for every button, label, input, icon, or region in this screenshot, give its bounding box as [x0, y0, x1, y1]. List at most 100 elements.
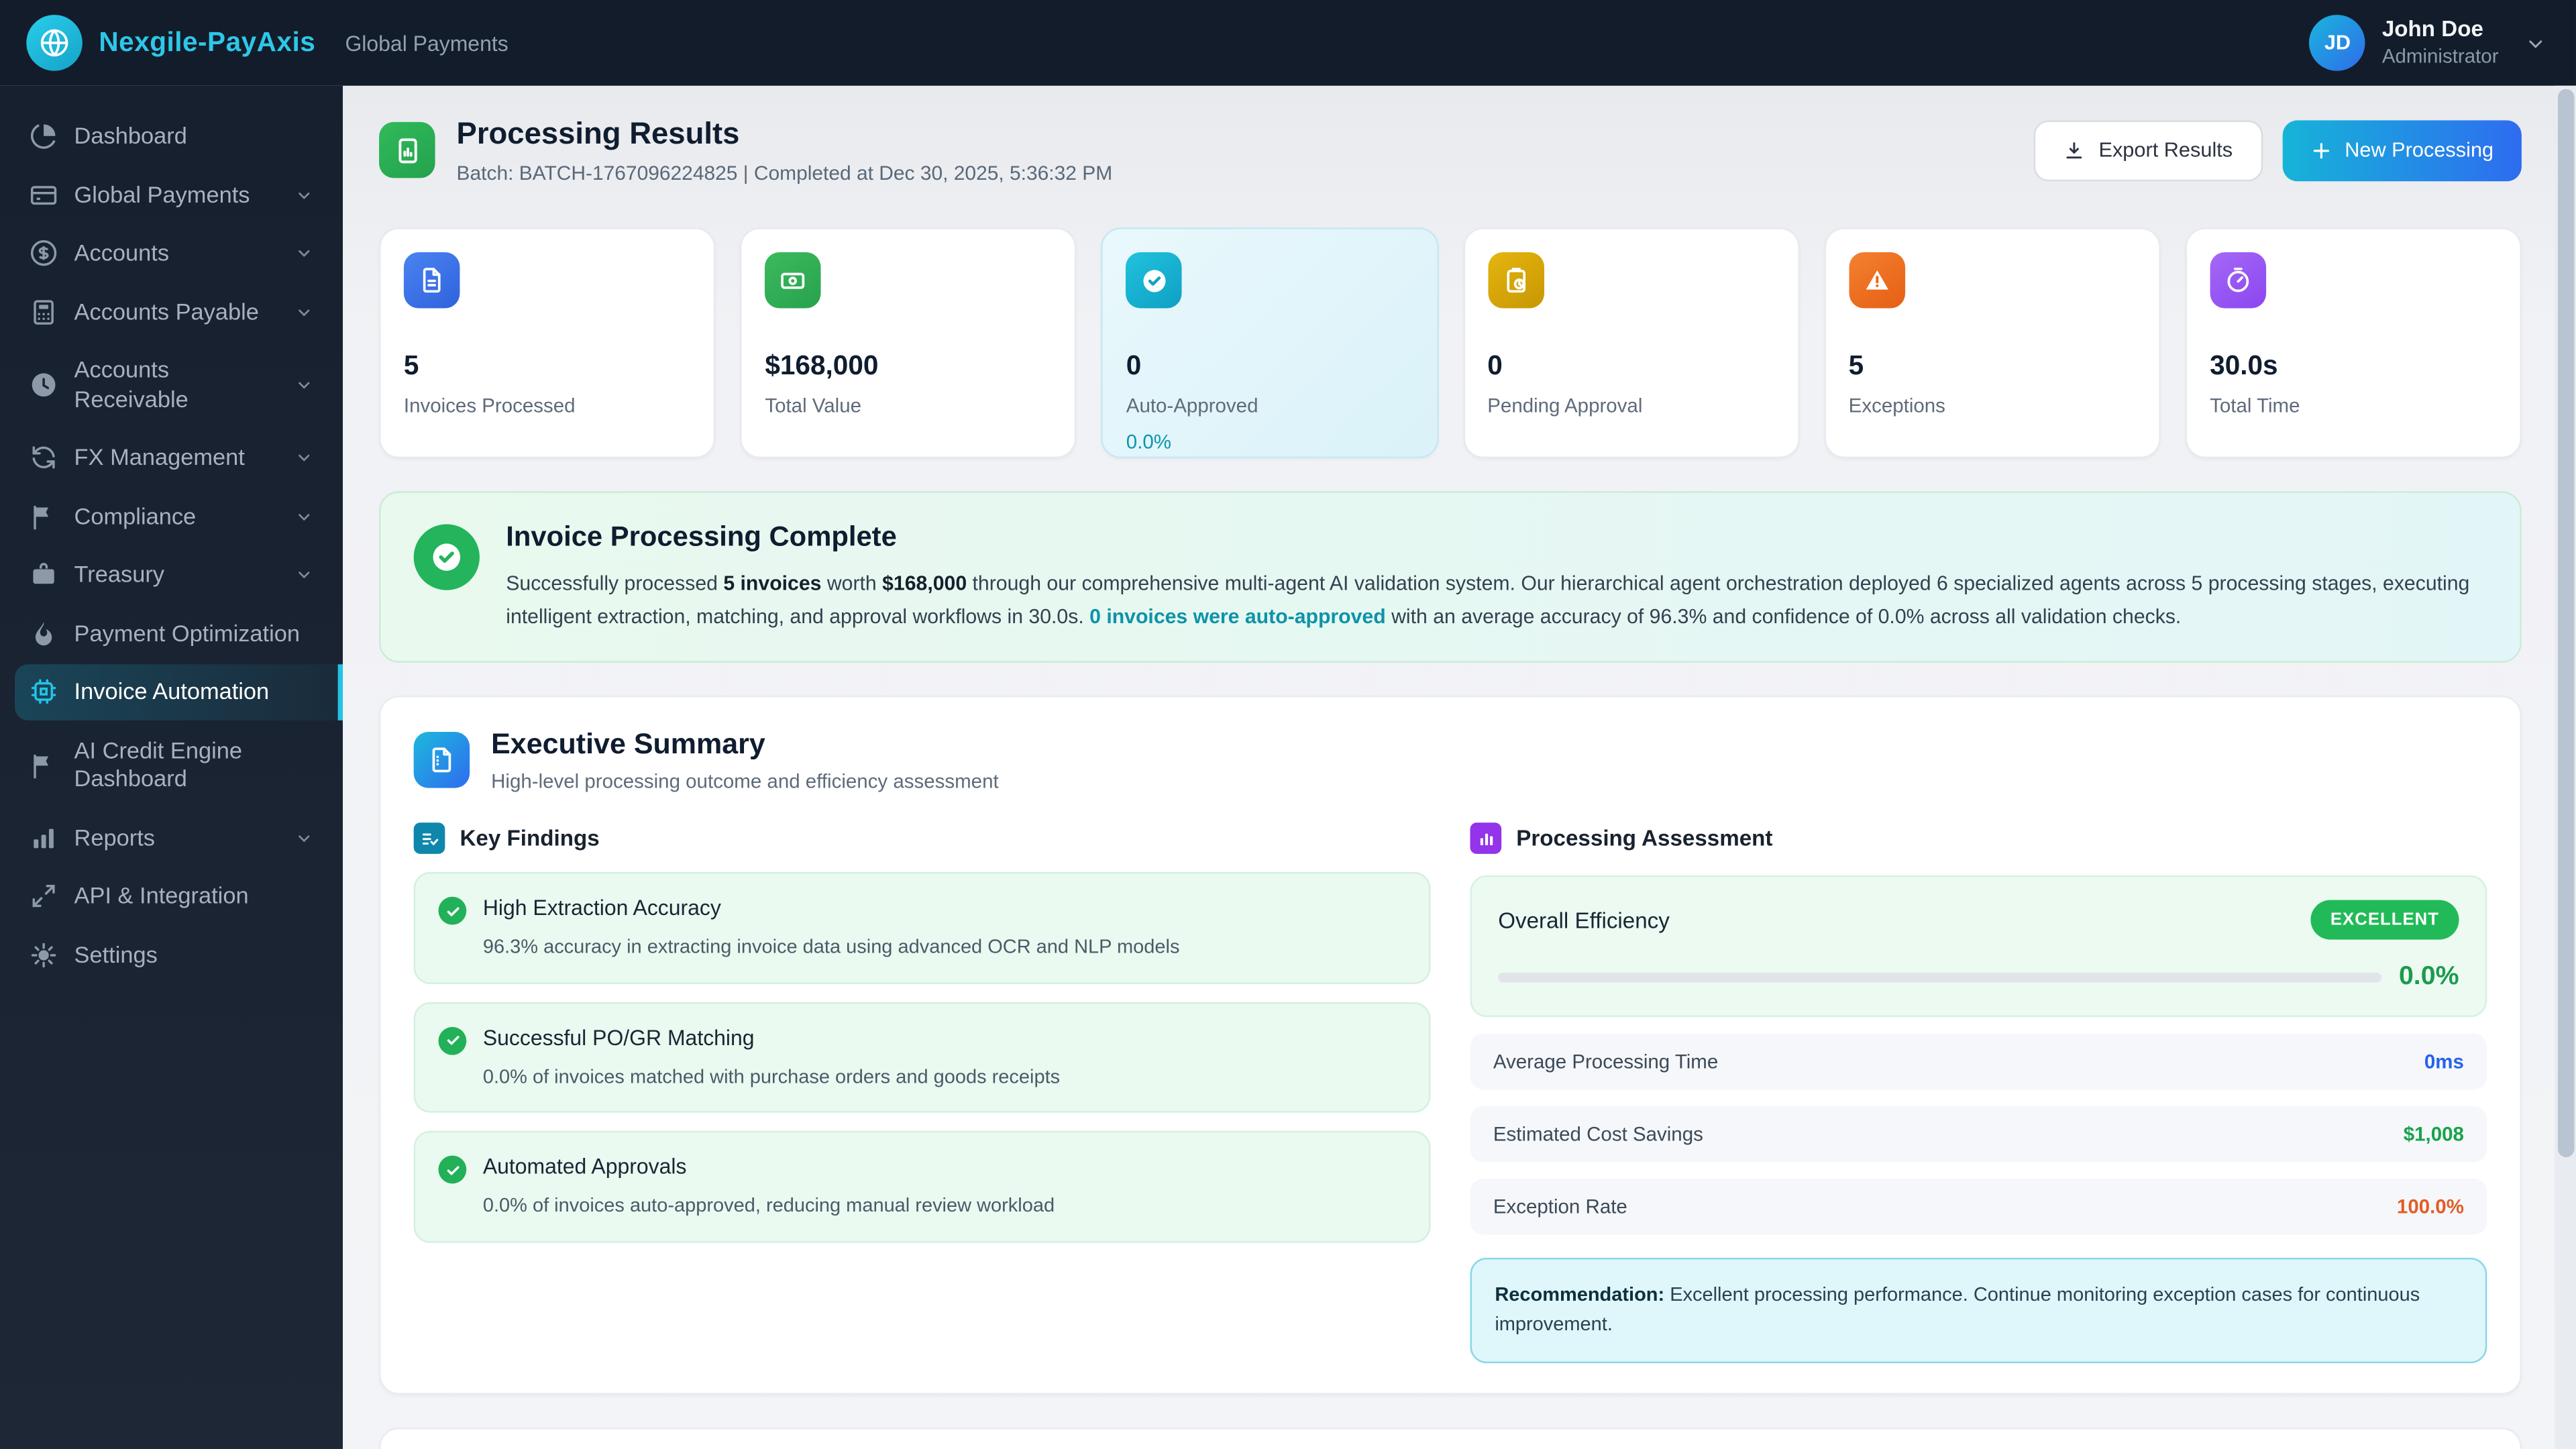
sidebar-item-global-payments[interactable]: Global Payments [15, 167, 328, 222]
globe-logo-icon [26, 15, 83, 71]
chevron-down-icon [295, 186, 313, 204]
calculator-icon [30, 298, 58, 326]
main-content: Processing Results Batch: BATCH-17670962… [343, 86, 2555, 1449]
key-findings-column: Key Findings High Extraction Accuracy 96… [414, 823, 1431, 1362]
recommendation-note: Recommendation: Excellent processing per… [1470, 1258, 2487, 1363]
badge-check-icon [414, 524, 480, 590]
user-role: Administrator [2382, 44, 2499, 69]
briefcase-icon [30, 561, 58, 589]
chevron-down-icon [295, 507, 313, 525]
process-summary-card: Process Summary Overview of invoice proc… [379, 1427, 2522, 1449]
user-menu[interactable]: JD John Doe Administrator [2310, 15, 2546, 71]
sidebar-item-settings[interactable]: Settings [15, 927, 328, 982]
stat-card-total-value: $168,000 Total Value [740, 227, 1077, 458]
bar-chart-icon [30, 824, 58, 852]
section-title: Executive Summary [491, 728, 999, 763]
page-title: Processing Results [457, 115, 1113, 152]
check-icon [439, 1027, 467, 1055]
batch-info: Batch: BATCH-1767096224825 | Completed a… [457, 162, 1113, 184]
brand-name: Nexgile-PayAxis [99, 28, 315, 59]
efficiency-value: 0.0% [2399, 963, 2459, 993]
section-subtitle: High-level processing outcome and effici… [491, 770, 999, 793]
plus-icon [2310, 140, 2332, 162]
sidebar-item-fx-management[interactable]: FX Management [15, 430, 328, 485]
brand: Nexgile-PayAxis Global Payments [26, 15, 508, 71]
sidebar-item-payment-optimization[interactable]: Payment Optimization [15, 606, 328, 661]
scrollbar-thumb[interactable] [2557, 89, 2574, 1157]
results-chart-icon [379, 122, 435, 178]
cpu-chip-icon [30, 678, 58, 706]
flag-icon [30, 502, 58, 531]
clipboard-clock-icon [1487, 252, 1544, 309]
check-icon [439, 1156, 467, 1184]
export-results-button[interactable]: Export Results [2035, 120, 2263, 181]
banner-text: Successfully processed 5 invoices worth … [506, 569, 2487, 634]
sidebar-item-treasury[interactable]: Treasury [15, 547, 328, 602]
flame-icon [30, 619, 58, 647]
vertical-scrollbar[interactable] [2555, 86, 2576, 1449]
stats-row: 5 Invoices Processed $168,000 Total Valu… [379, 227, 2522, 458]
finding-item: High Extraction Accuracy 96.3% accuracy … [414, 873, 1431, 984]
auto-approved-rate: 0.0% [1126, 430, 1413, 453]
badge-check-icon [1126, 252, 1183, 309]
sidebar-item-ai-credit-engine[interactable]: AI Credit Engine Dashboard [15, 723, 328, 807]
status-badge: EXCELLENT [2310, 901, 2459, 941]
sidebar-item-compliance[interactable]: Compliance [15, 489, 328, 544]
check-icon [439, 898, 467, 926]
new-processing-button[interactable]: New Processing [2282, 120, 2522, 181]
stat-card-invoices-processed: 5 Invoices Processed [379, 227, 716, 458]
sidebar-item-invoice-automation[interactable]: Invoice Automation [15, 664, 343, 719]
chevron-down-icon [295, 449, 313, 467]
top-header: Nexgile-PayAxis Global Payments JD John … [0, 0, 2576, 86]
app-root: Nexgile-PayAxis Global Payments JD John … [0, 0, 2576, 1449]
stat-card-auto-approved: 0 Auto-Approved 0.0% [1102, 227, 1438, 458]
dollar-circle-icon [30, 239, 58, 268]
banknote-icon [765, 252, 821, 309]
expand-arrows-icon [30, 882, 58, 910]
sidebar: Dashboard Global Payments Accounts Accou… [0, 86, 343, 1449]
sidebar-item-reports[interactable]: Reports [15, 810, 328, 865]
clock-icon [30, 371, 58, 399]
overall-efficiency-panel: Overall Efficiency EXCELLENT 0.0% [1470, 876, 2487, 1018]
bar-chart-icon [1470, 823, 1501, 855]
file-icon [404, 252, 460, 309]
finding-item: Successful PO/GR Matching 0.0% of invoic… [414, 1002, 1431, 1114]
chevron-down-icon [295, 244, 313, 262]
stat-card-exceptions: 5 Exceptions [1824, 227, 2161, 458]
flag-icon [30, 751, 58, 779]
sidebar-item-accounts[interactable]: Accounts [15, 226, 328, 281]
metric-row: Estimated Cost Savings $1,008 [1470, 1107, 2487, 1163]
executive-summary-card: Executive Summary High-level processing … [379, 696, 2522, 1394]
document-icon [414, 733, 470, 789]
sidebar-item-dashboard[interactable]: Dashboard [15, 109, 328, 164]
warning-triangle-icon [1849, 252, 1905, 309]
banner-title: Invoice Processing Complete [506, 521, 2487, 554]
stat-card-pending-approval: 0 Pending Approval [1462, 227, 1799, 458]
stopwatch-icon [2210, 252, 2266, 309]
download-icon [2064, 140, 2086, 162]
sidebar-item-accounts-receivable[interactable]: Accounts Receivable [15, 343, 328, 427]
finding-item: Automated Approvals 0.0% of invoices aut… [414, 1132, 1431, 1243]
credit-card-icon [30, 181, 58, 209]
chevron-down-icon [295, 376, 313, 394]
user-name: John Doe [2382, 17, 2499, 44]
brand-tagline: Global Payments [345, 30, 508, 55]
sidebar-item-accounts-payable[interactable]: Accounts Payable [15, 284, 328, 339]
avatar: JD [2310, 15, 2366, 71]
chevron-down-icon [295, 828, 313, 847]
efficiency-progress-bar [1498, 973, 2381, 983]
gear-icon [30, 941, 58, 969]
chevron-down-icon [295, 303, 313, 321]
checklist-icon [414, 823, 445, 855]
processing-complete-banner: Invoice Processing Complete Successfully… [379, 491, 2522, 663]
metric-row: Exception Rate 100.0% [1470, 1179, 2487, 1236]
stat-card-total-time: 30.0s Total Time [2185, 227, 2522, 458]
chevron-down-icon [295, 566, 313, 584]
chevron-down-icon [2525, 32, 2546, 54]
pie-chart-icon [30, 122, 58, 150]
processing-assessment-column: Processing Assessment Overall Efficiency… [1470, 823, 2487, 1362]
sidebar-item-api-integration[interactable]: API & Integration [15, 869, 328, 924]
page-header: Processing Results Batch: BATCH-17670962… [379, 115, 2522, 184]
metric-row: Average Processing Time 0ms [1470, 1034, 2487, 1091]
refresh-arrows-icon [30, 444, 58, 472]
